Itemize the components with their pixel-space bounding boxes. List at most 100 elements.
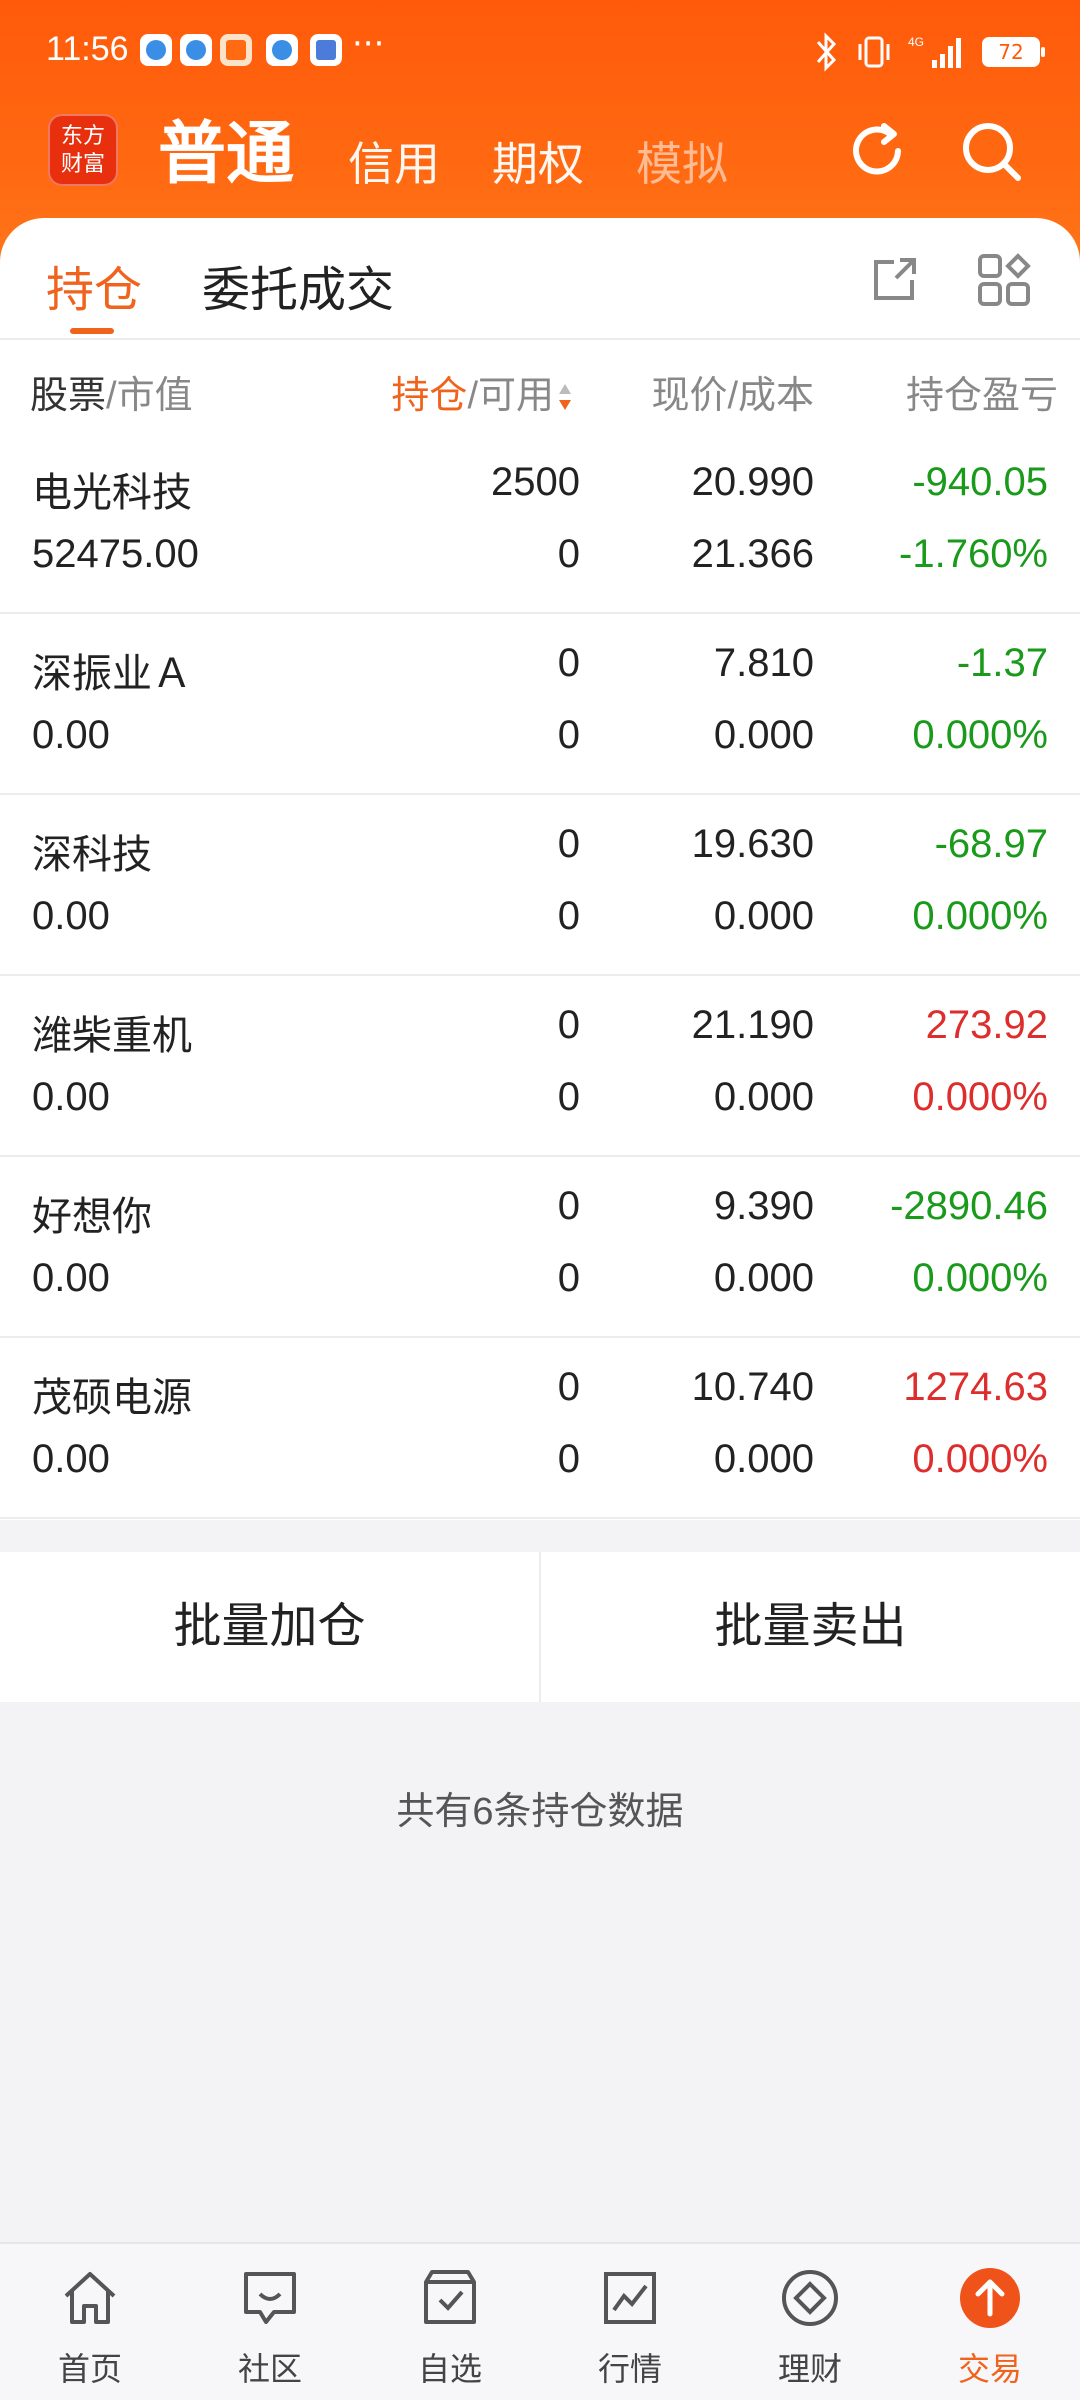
stock-name: 深振业Ａ — [32, 652, 192, 696]
col-price-header[interactable]: 现价/成本 — [651, 364, 814, 419]
market-value: 0.00 — [32, 894, 110, 938]
account-type-tabs: 普通 信用 期权 模拟 — [158, 104, 780, 194]
watchlist-icon — [424, 2270, 476, 2324]
nav-home[interactable]: 首页 — [0, 2244, 180, 2400]
col-pnl-header[interactable]: 持仓盈亏 — [906, 364, 1058, 419]
available-qty: 0 — [557, 894, 580, 938]
current-price: 20.990 — [691, 460, 814, 504]
position-row[interactable]: 深振业Ａ 0.00 0 0 7.810 0.000 -1.37 0.000% — [0, 615, 1080, 795]
refresh-icon[interactable] — [844, 118, 910, 184]
market-value: 0.00 — [32, 1075, 110, 1119]
market-value: 0.00 — [32, 1437, 110, 1481]
available-qty: 0 — [557, 1437, 580, 1481]
logo-text: 财富 — [60, 152, 105, 177]
market-value: 0.00 — [32, 1256, 110, 1300]
nav-trade[interactable]: 交易 — [900, 2244, 1080, 2400]
tab-positions[interactable]: 持仓 — [46, 250, 142, 320]
cost-price: 0.000 — [713, 1437, 814, 1481]
bluetooth-icon — [816, 32, 837, 72]
nav-community[interactable]: 社区 — [180, 2244, 360, 2400]
position-row[interactable]: 好想你 0.00 0 0 9.390 0.000 -2890.46 0.000% — [0, 1158, 1080, 1338]
profit-loss: -1.37 — [956, 641, 1048, 685]
community-icon — [244, 2272, 296, 2324]
stock-name: 好想你 — [32, 1195, 152, 1239]
profit-loss: -68.97 — [934, 822, 1048, 866]
notification-icon — [266, 34, 298, 66]
nav-wealth[interactable]: 理财 — [720, 2244, 900, 2400]
position-qty: 0 — [557, 822, 580, 866]
trade-icon — [960, 2268, 1020, 2328]
positions-count-text: 共有6条持仓数据 — [396, 1791, 684, 1833]
cost-price: 0.000 — [713, 894, 814, 938]
position-qty: 2500 — [491, 460, 580, 504]
stock-name: 茂硕电源 — [32, 1376, 192, 1420]
search-icon[interactable] — [958, 118, 1024, 184]
position-row[interactable]: 潍柴重机 0.00 0 0 21.190 0.000 273.92 0.000% — [0, 977, 1080, 1157]
available-qty: 0 — [557, 532, 580, 576]
batch-actions: 批量加仓 批量卖出 — [0, 1552, 1080, 1702]
col-position-header[interactable]: 持仓/可用 — [391, 364, 574, 419]
current-price: 19.630 — [691, 822, 814, 866]
more-notifications-icon: ··· — [352, 24, 385, 64]
profit-loss-percent: -1.760% — [899, 532, 1048, 576]
svg-text:4G: 4G — [908, 35, 924, 49]
notification-icon — [310, 34, 342, 66]
current-price: 7.810 — [713, 641, 814, 685]
positions-panel: 持仓 委托成交 股票/市值 持仓/可用 现价/成本 持仓盈亏 电光科技 52475… — [0, 218, 1080, 1520]
profit-loss-percent: 0.000% — [912, 713, 1048, 757]
app-logo[interactable]: 东方 财富 — [48, 114, 118, 186]
position-qty: 0 — [557, 1365, 580, 1409]
layout-grid-icon[interactable] — [976, 252, 1032, 308]
profit-loss-percent: 0.000% — [912, 1437, 1048, 1481]
status-bar: 11:56 ··· 4G 72 — [0, 0, 1080, 105]
sort-icon — [559, 384, 571, 410]
sub-tabs: 持仓 委托成交 — [0, 218, 1080, 340]
batch-add-button[interactable]: 批量加仓 — [0, 1552, 539, 1702]
profit-loss: -2890.46 — [890, 1184, 1048, 1228]
market-value: 0.00 — [32, 713, 110, 757]
position-qty: 0 — [557, 641, 580, 685]
available-qty: 0 — [557, 713, 580, 757]
batch-sell-button[interactable]: 批量卖出 — [541, 1552, 1080, 1702]
col-stock-header[interactable]: 股票/市值 — [30, 364, 193, 419]
signal-icon: 4G — [908, 35, 961, 68]
cost-price: 0.000 — [713, 1256, 814, 1300]
nav-watchlist[interactable]: 自选 — [360, 2244, 540, 2400]
position-qty: 0 — [557, 1003, 580, 1047]
tab-orders[interactable]: 委托成交 — [202, 250, 394, 320]
wealth-icon — [782, 2270, 838, 2326]
notification-icon — [180, 34, 212, 66]
logo-text: 东方 — [60, 124, 105, 149]
stock-name: 深科技 — [32, 833, 152, 877]
position-row[interactable]: 深科技 0.00 0 0 19.630 0.000 -68.97 0.000% — [0, 796, 1080, 976]
profit-loss-percent: 0.000% — [912, 1256, 1048, 1300]
bottom-nav: 首页 社区 自选 行情 理财 交易 — [0, 2242, 1080, 2400]
notification-icon — [220, 34, 252, 66]
tab-credit[interactable]: 信用 — [348, 134, 440, 194]
position-qty: 0 — [557, 1184, 580, 1228]
stock-name: 潍柴重机 — [32, 1014, 192, 1058]
market-value: 52475.00 — [32, 532, 199, 576]
notification-icon — [140, 34, 172, 66]
stock-name: 电光科技 — [32, 471, 192, 515]
active-tab-indicator — [70, 328, 114, 334]
available-qty: 0 — [557, 1075, 580, 1119]
cost-price: 0.000 — [713, 1075, 814, 1119]
profit-loss: 1274.63 — [903, 1365, 1048, 1409]
tab-options[interactable]: 期权 — [492, 134, 584, 194]
profit-loss: -940.05 — [912, 460, 1048, 504]
nav-market[interactable]: 行情 — [540, 2244, 720, 2400]
current-price: 10.740 — [691, 1365, 814, 1409]
position-row[interactable]: 茂硕电源 0.00 0 0 10.740 0.000 1274.63 0.000% — [0, 1339, 1080, 1519]
column-header: 股票/市值 持仓/可用 现价/成本 持仓盈亏 — [0, 342, 1080, 434]
cost-price: 21.366 — [691, 532, 814, 576]
position-row[interactable]: 电光科技 52475.00 2500 0 20.990 21.366 -940.05 -1.7… — [0, 434, 1080, 614]
battery-indicator: 72 — [982, 37, 1045, 67]
home-icon — [64, 2272, 116, 2324]
current-price: 9.390 — [713, 1184, 814, 1228]
tab-normal[interactable]: 普通 — [158, 114, 294, 194]
vibrate-icon — [858, 36, 890, 68]
tab-simulated[interactable]: 模拟 — [636, 134, 728, 194]
status-time: 11:56 — [46, 30, 129, 68]
share-icon[interactable] — [866, 252, 922, 308]
